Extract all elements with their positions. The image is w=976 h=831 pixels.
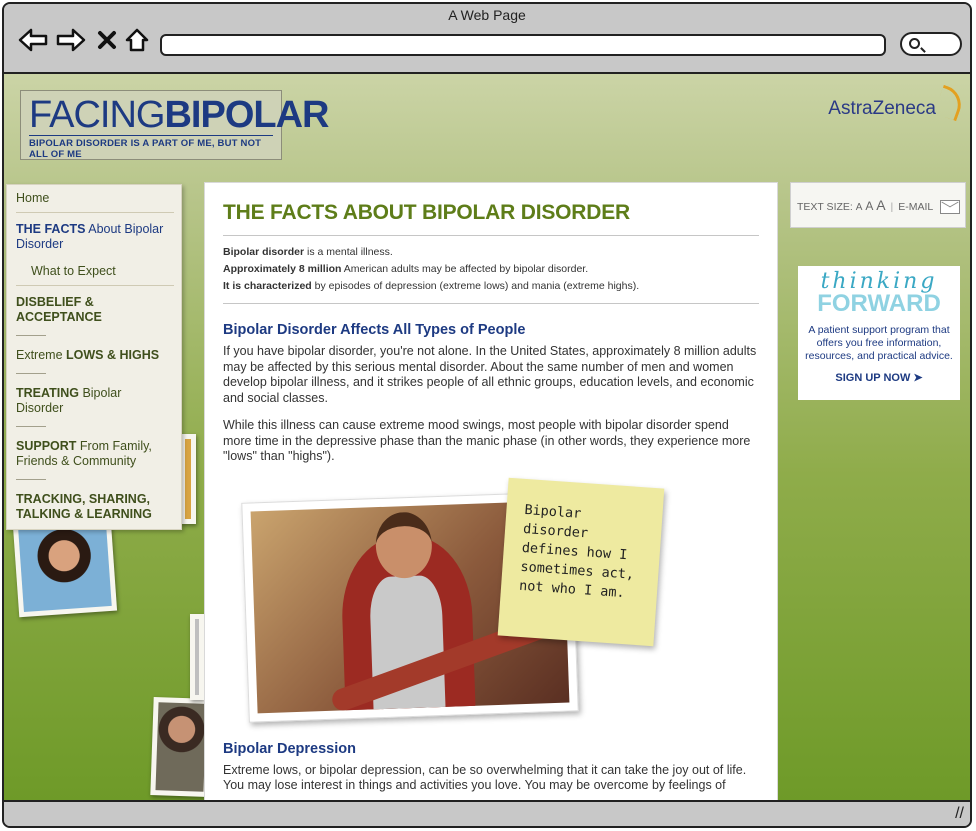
fact-bold: Approximately 8 million [223, 263, 342, 275]
resize-grip-icon[interactable]: // [955, 805, 964, 823]
nav-support[interactable]: SUPPORT From Family, Friends & Community [7, 433, 181, 486]
fact-text: by episodes of depression (extreme lows)… [311, 280, 640, 292]
tools-separator: | [890, 201, 894, 213]
paragraph: Extreme lows, or bipolar depression, can… [223, 762, 747, 793]
nav-home[interactable]: Home [7, 185, 181, 212]
nav-support-bold: SUPPORT [16, 439, 77, 453]
text-size-large[interactable]: A [876, 197, 885, 213]
search-icon [909, 38, 920, 49]
logo-bold: BIPOLAR [164, 94, 329, 136]
status-bar: // [4, 800, 970, 826]
man-photo [150, 697, 212, 797]
nav-tracking[interactable]: TRACKING, SHARING, TALKING & LEARNING [7, 486, 181, 528]
close-icon[interactable] [92, 26, 122, 54]
section-heading-types: Bipolar Disorder Affects All Types of Pe… [223, 322, 526, 338]
left-navigation: Home THE FACTS About Bipolar Disorder Wh… [6, 184, 182, 530]
nav-facts-bold: THE FACTS [16, 222, 86, 236]
fact-line: Approximately 8 million American adults … [223, 261, 759, 278]
browser-window: A Web Page FACINGBIPOLAR BIPOLAR DISORDE… [2, 2, 972, 828]
text-size-label: TEXT SIZE: [797, 201, 853, 213]
thinking-forward-banner[interactable]: thinking FORWARD A patient support progr… [798, 266, 960, 400]
paragraph: While this illness can cause extreme moo… [223, 418, 751, 463]
astrazeneca-logo[interactable]: AstraZeneca [828, 84, 967, 122]
fact-text: American adults may be affected by bipol… [341, 263, 589, 275]
nav-lows-pre: Extreme [16, 348, 67, 362]
photo-edge [180, 434, 196, 524]
title-bar: A Web Page [4, 4, 970, 74]
search-input[interactable] [900, 32, 962, 56]
logo-thin: FACING [29, 94, 165, 136]
logo-text: FACINGBIPOLAR [29, 94, 329, 136]
main-content: THE FACTS ABOUT BIPOLAR DISORDER Bipolar… [204, 182, 778, 802]
page-title: THE FACTS ABOUT BIPOLAR DISORDER [223, 201, 630, 224]
fact-bold: It is characterized [223, 280, 312, 292]
sticky-note-text: Bipolar disorder defines how I sometimes… [518, 501, 635, 601]
hero-image: Bipolar disorder defines how I sometimes… [241, 477, 665, 723]
nav-lows-highs[interactable]: Extreme LOWS & HIGHS [7, 342, 181, 380]
nav-lows-bold: LOWS & HIGHS [66, 348, 160, 362]
home-icon[interactable] [122, 26, 152, 54]
web-page: FACINGBIPOLAR BIPOLAR DISORDER IS A PART… [4, 74, 970, 802]
astrazeneca-swoosh-icon [933, 84, 967, 122]
facing-bipolar-logo[interactable]: FACINGBIPOLAR BIPOLAR DISORDER IS A PART… [20, 90, 329, 160]
fact-bold: Bipolar disorder [223, 246, 305, 258]
nav-what-to-expect[interactable]: What to Expect [7, 258, 181, 285]
text-size-medium[interactable]: A [865, 199, 873, 213]
promo-description: A patient support program that offers yo… [805, 324, 953, 362]
fact-line: It is characterized by episodes of depre… [223, 278, 759, 295]
text-tools: TEXT SIZE: A A A | E-MAIL [790, 182, 966, 228]
divider [223, 303, 759, 304]
promo-line1: thinking [820, 269, 938, 294]
logo-tagline: BIPOLAR DISORDER IS A PART OF ME, BUT NO… [29, 135, 273, 160]
nav-disbelief-acceptance[interactable]: DISBELIEF & ACCEPTANCE [7, 286, 181, 342]
nav-short-divider [16, 426, 46, 427]
url-input[interactable] [160, 34, 886, 56]
nav-treating[interactable]: TREATING Bipolar Disorder [7, 380, 181, 433]
forward-arrow-icon[interactable] [56, 26, 86, 54]
fact-text: is a mental illness. [304, 246, 393, 258]
nav-tracking-label: TRACKING, SHARING, TALKING & LEARNING [16, 492, 152, 521]
email-link[interactable]: E-MAIL [898, 201, 933, 213]
section-heading-depression: Bipolar Depression [223, 740, 356, 757]
woman-photo [12, 518, 118, 618]
window-title: A Web Page [448, 7, 526, 23]
paragraph: If you have bipolar disorder, you're not… [223, 344, 757, 405]
photo-edge-2 [190, 614, 204, 700]
promo-line2: FORWARD [817, 290, 941, 317]
nav-treating-bold: TREATING [16, 386, 79, 400]
envelope-icon[interactable] [939, 200, 960, 215]
nav-disbelief-label: DISBELIEF & ACCEPTANCE [16, 295, 102, 324]
sticky-note: Bipolar disorder defines how I sometimes… [497, 477, 665, 646]
text-size-small[interactable]: A [856, 202, 863, 213]
back-arrow-icon[interactable] [18, 26, 48, 54]
sponsor-name: AstraZeneca [828, 98, 936, 119]
sign-up-button[interactable]: SIGN UP NOW ➤ [804, 371, 954, 384]
nav-the-facts[interactable]: THE FACTS About Bipolar Disorder [7, 213, 181, 258]
fact-line: Bipolar disorder is a mental illness. [223, 244, 759, 261]
nav-short-divider [16, 335, 46, 336]
nav-short-divider [16, 479, 46, 480]
divider [223, 235, 759, 236]
nav-short-divider [16, 373, 46, 374]
